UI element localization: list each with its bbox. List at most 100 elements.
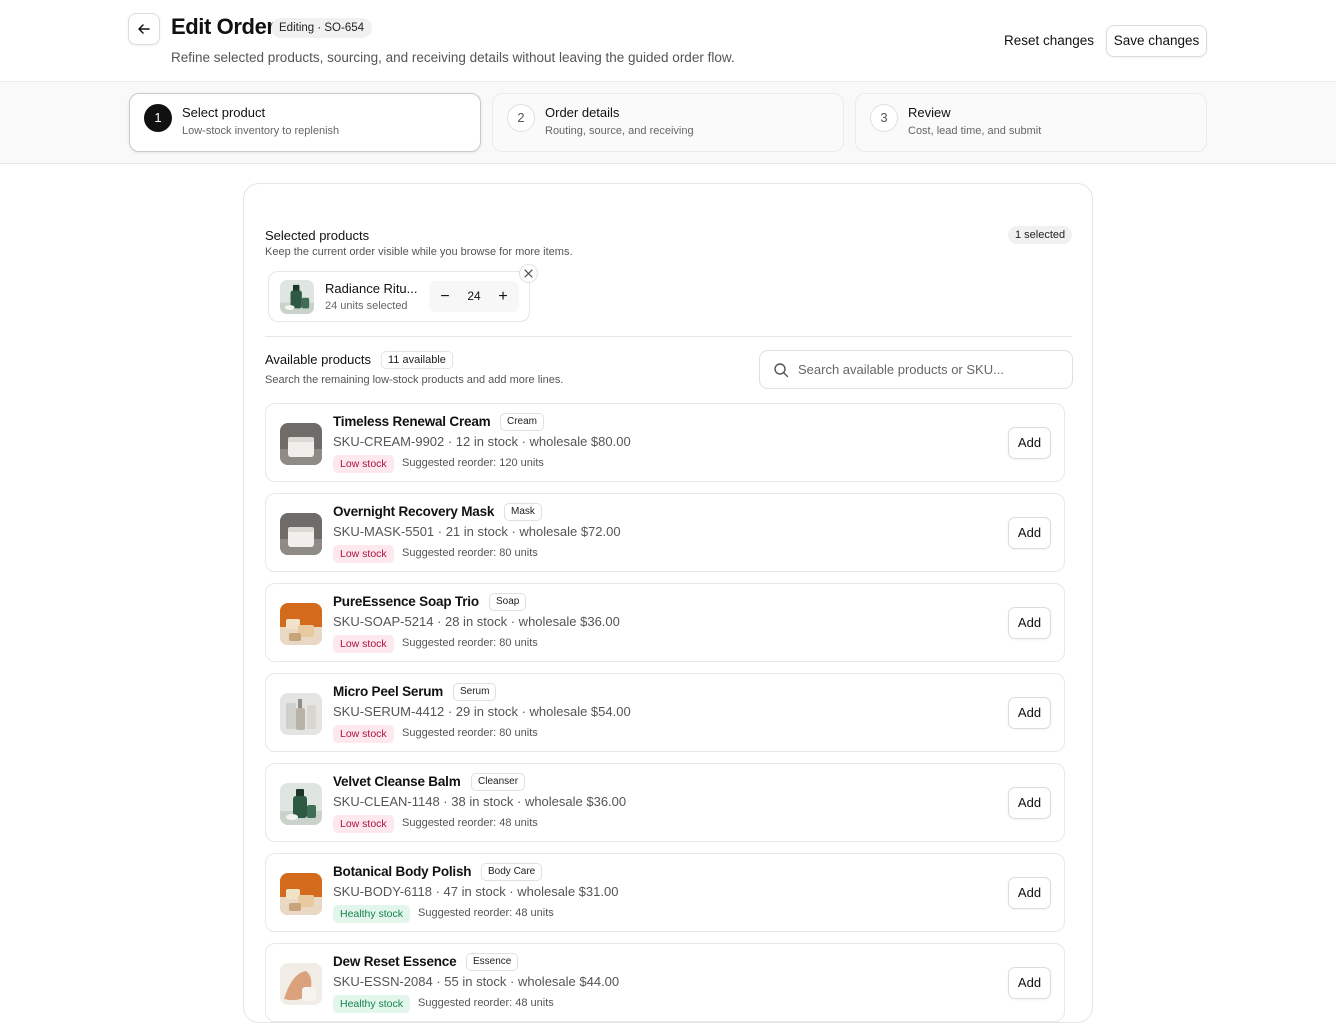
product-row: Dew Reset Essence Essence SKU-ESSN-2084 · … (265, 943, 1065, 1022)
page-title: Edit Order (171, 14, 275, 39)
selected-products-title: Selected products (265, 228, 370, 243)
suggested-reorder: Suggested reorder: 48 units (402, 817, 538, 829)
green-bottle-image (280, 783, 322, 825)
suggested-reorder: Suggested reorder: 80 units (402, 547, 538, 559)
category-badge: Serum (453, 683, 497, 701)
category-badge: Soap (489, 593, 527, 611)
product-meta: SKU-ESSN-2084 · 55 in stock · wholesale … (333, 974, 620, 989)
category-badge: Cream (500, 413, 545, 431)
product-name: Micro Peel Serum (333, 684, 444, 699)
serum-dropper-image (280, 693, 322, 735)
hand-cream-image (280, 963, 322, 1005)
suggested-reorder: Suggested reorder: 48 units (418, 907, 554, 919)
product-meta: SKU-CREAM-9902 · 12 in stock · wholesale… (333, 434, 631, 449)
orange-soap-image (280, 603, 322, 645)
product-thumbnail (280, 280, 314, 314)
product-meta: SKU-MASK-5501 · 21 in stock · wholesale … (333, 524, 621, 539)
search-input[interactable] (798, 351, 1063, 388)
add-product-button[interactable]: Add (1008, 967, 1051, 999)
stock-status-badge: Low stock (333, 545, 394, 563)
selected-product-units: 24 units selected (325, 300, 408, 312)
page-header: Edit Order Editing · SO-654 Refine selec… (0, 0, 1336, 82)
add-product-button[interactable]: Add (1008, 427, 1051, 459)
decrease-quantity-button[interactable]: − (433, 281, 457, 312)
suggested-reorder: Suggested reorder: 120 units (402, 457, 544, 469)
quantity-value[interactable]: 24 (459, 281, 489, 312)
product-meta: SKU-BODY-6118 · 47 in stock · wholesale … (333, 884, 619, 899)
product-name: Timeless Renewal Cream (333, 414, 491, 429)
category-badge: Essence (466, 953, 519, 971)
step-progress: 1 Select product Low-stock inventory to … (0, 82, 1336, 164)
product-meta: SKU-CLEAN-1148 · 38 in stock · wholesale… (333, 794, 627, 809)
stock-status-badge: Low stock (333, 815, 394, 833)
stock-status-badge: Low stock (333, 455, 394, 473)
increase-quantity-button[interactable]: + (491, 281, 515, 312)
step-title: Select product (182, 105, 266, 120)
category-badge: Body Care (481, 863, 543, 881)
product-meta: SKU-SOAP-5214 · 28 in stock · wholesale … (333, 614, 620, 629)
step-number: 2 (507, 104, 535, 132)
product-name: Overnight Recovery Mask (333, 504, 495, 519)
add-product-button[interactable]: Add (1008, 787, 1051, 819)
page-subtitle: Refine selected products, sourcing, and … (171, 50, 735, 65)
suggested-reorder: Suggested reorder: 48 units (418, 997, 554, 1009)
product-selection-card: Selected products Keep the current order… (243, 183, 1093, 1023)
stock-status-badge: Healthy stock (333, 905, 411, 923)
product-thumbnail (280, 603, 322, 645)
product-search-box (759, 350, 1073, 389)
back-button[interactable] (128, 13, 160, 45)
stock-status-badge: Low stock (333, 635, 394, 653)
step-title: Review (908, 105, 951, 120)
product-thumbnail (280, 513, 322, 555)
step-review[interactable]: 3 Review Cost, lead time, and submit (855, 93, 1207, 152)
product-thumbnail (280, 873, 322, 915)
selected-product-name: Radiance Ritu... (325, 281, 418, 296)
selected-product-chip: Radiance Ritu... 24 units selected − 24 … (268, 271, 530, 322)
add-product-button[interactable]: Add (1008, 877, 1051, 909)
product-name: Velvet Cleanse Balm (333, 774, 461, 789)
product-row: PureEssence Soap Trio Soap SKU-SOAP-5214 ·… (265, 583, 1065, 662)
reset-changes-button[interactable]: Reset changes (996, 25, 1102, 57)
step-select-product[interactable]: 1 Select product Low-stock inventory to … (129, 93, 481, 152)
product-thumbnail (280, 423, 322, 465)
suggested-reorder: Suggested reorder: 80 units (402, 727, 538, 739)
stock-status-badge: Healthy stock (333, 995, 411, 1013)
product-row: Micro Peel Serum Serum SKU-SERUM-4412 · 29… (265, 673, 1065, 752)
available-products-title: Available products (265, 352, 371, 367)
step-order-details[interactable]: 2 Order details Routing, source, and rec… (492, 93, 844, 152)
product-thumbnail (280, 783, 322, 825)
step-subtitle: Routing, source, and receiving (545, 125, 694, 137)
product-thumbnail (280, 693, 322, 735)
save-changes-button[interactable]: Save changes (1106, 25, 1207, 57)
orange-soap-image (280, 873, 322, 915)
white-jar-image (280, 513, 322, 555)
close-icon (524, 269, 533, 278)
product-name: Dew Reset Essence (333, 954, 457, 969)
suggested-reorder: Suggested reorder: 80 units (402, 637, 538, 649)
category-badge: Cleanser (471, 773, 526, 791)
product-row: Velvet Cleanse Balm Cleanser SKU-CLEAN-114… (265, 763, 1065, 842)
add-product-button[interactable]: Add (1008, 607, 1051, 639)
step-number: 3 (870, 104, 898, 132)
selected-products-subtitle: Keep the current order visible while you… (265, 246, 573, 258)
add-product-button[interactable]: Add (1008, 697, 1051, 729)
quantity-stepper: − 24 + (429, 281, 519, 312)
stock-status-badge: Low stock (333, 725, 394, 743)
product-name: Botanical Body Polish (333, 864, 472, 879)
white-jar-image (280, 423, 322, 465)
step-title: Order details (545, 105, 620, 120)
remove-product-button[interactable] (519, 264, 538, 283)
product-thumbnail (280, 963, 322, 1005)
category-badge: Mask (504, 503, 542, 521)
product-row: Botanical Body Polish Body Care SKU-BODY-6… (265, 853, 1065, 932)
step-subtitle: Low-stock inventory to replenish (182, 125, 340, 137)
product-row: Overnight Recovery Mask Mask SKU-MASK-5501… (265, 493, 1065, 572)
product-row: Timeless Renewal Cream Cream SKU-CREAM-990… (265, 403, 1065, 482)
arrow-left-icon (138, 24, 150, 34)
selected-count-badge: 1 selected (1008, 226, 1073, 244)
available-products-subtitle: Search the remaining low-stock products … (265, 374, 564, 386)
add-product-button[interactable]: Add (1008, 517, 1051, 549)
step-number: 1 (144, 104, 172, 132)
editing-badge: Editing · SO-654 (271, 18, 373, 38)
green-bottle-image (280, 280, 314, 314)
